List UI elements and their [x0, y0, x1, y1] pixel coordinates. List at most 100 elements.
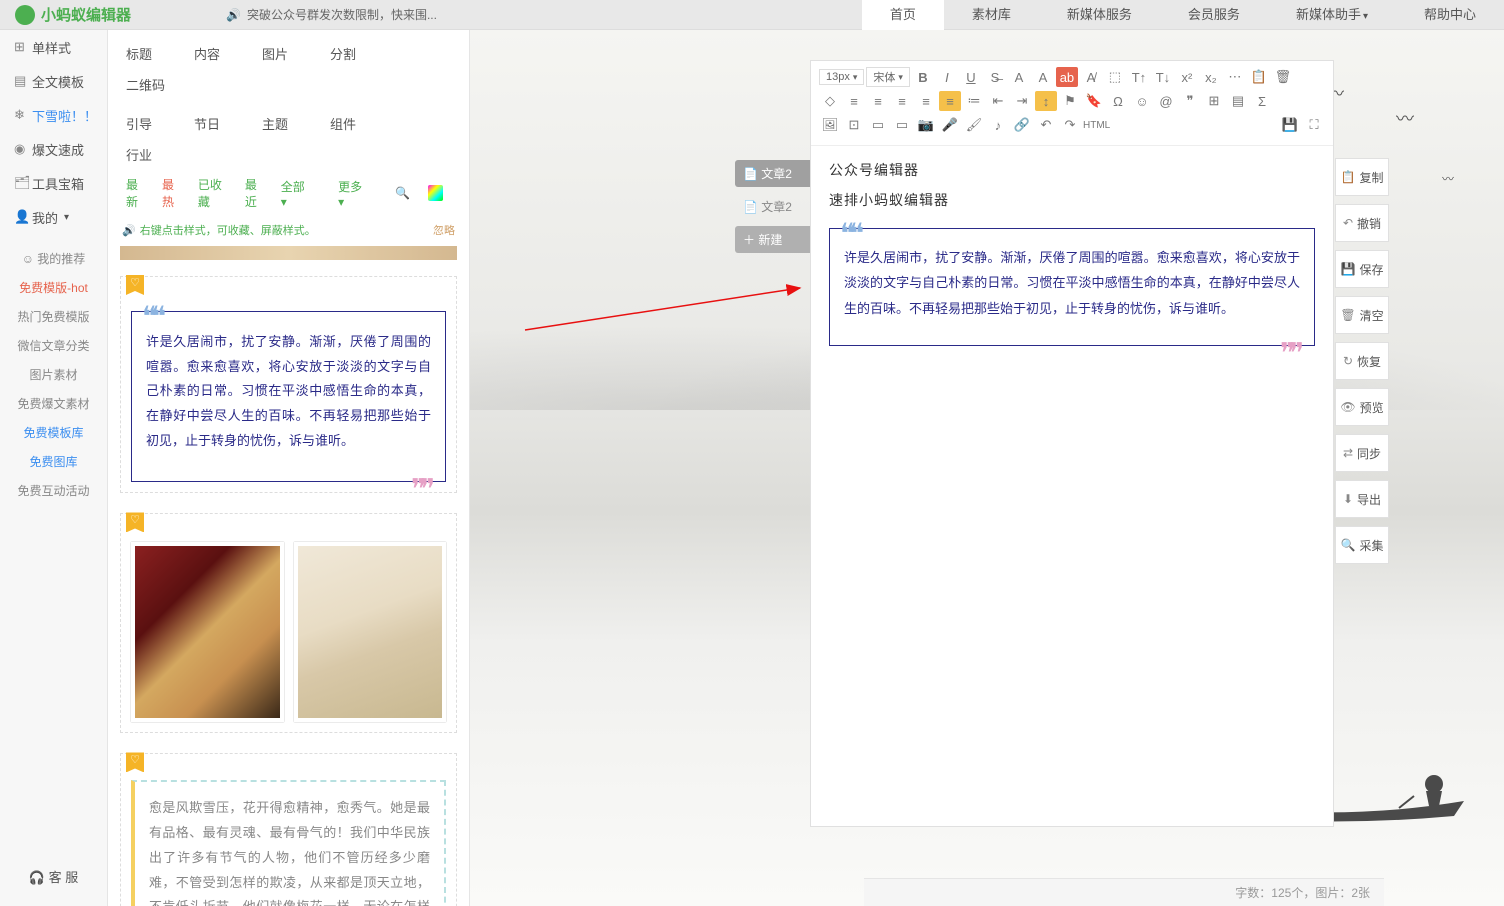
sidebar-mine[interactable]: 👤我的▾ — [0, 200, 107, 234]
mic-button[interactable]: 🎤 — [939, 115, 961, 135]
style-card-dashed[interactable]: ♡ 愈是风欺雪压，花开得愈精神，愈秀气。她是最有品格、最有灵魂、最有骨气的！我们… — [120, 753, 457, 906]
trash-button[interactable]: 🗑 — [1272, 67, 1294, 87]
textbox-button[interactable]: ⬚ — [1104, 67, 1126, 87]
filter-more[interactable]: 更多 ▾ — [338, 178, 381, 209]
sidebar-snow[interactable]: ❄下雪啦！！ — [0, 98, 107, 132]
gallery-button[interactable]: ⊡ — [843, 115, 865, 135]
tab-component[interactable]: 组件 — [330, 108, 386, 139]
rail-copy[interactable]: 📋复制 — [1335, 158, 1389, 196]
rail-clear[interactable]: 🗑清空 — [1335, 296, 1389, 334]
sub-free-template[interactable]: 免费模板库 — [0, 418, 107, 447]
camera-button[interactable]: 📷 — [915, 115, 937, 135]
indent-right[interactable]: ⇥ — [1011, 91, 1033, 111]
topnav-media[interactable]: 新媒体服务 — [1039, 0, 1160, 30]
video-button[interactable]: ▭ — [867, 115, 889, 135]
editor-body[interactable]: 公众号编辑器 速排小蚂蚁编辑器 ❝❝ 许是久居闹市，扰了安静。渐渐，厌倦了周围的… — [811, 146, 1333, 826]
at-button[interactable]: @ — [1155, 91, 1177, 111]
bold-button[interactable]: B — [912, 67, 934, 87]
link-button[interactable]: 🔗 — [1011, 115, 1033, 135]
sub-free-hot[interactable]: 免费模版-hot — [0, 273, 107, 302]
search-icon[interactable]: 🔍 — [395, 186, 410, 200]
tab-image[interactable]: 图片 — [262, 38, 318, 69]
editor-quote-text[interactable]: 许是久居闹市，扰了安静。渐渐，厌倦了周围的喧嚣。愈来愈喜欢，将心安放于淡淡的文字… — [844, 245, 1300, 321]
color-picker[interactable] — [428, 185, 443, 201]
redo-button[interactable]: ↷ — [1059, 115, 1081, 135]
music-button[interactable]: ♪ — [987, 115, 1009, 135]
brush-button[interactable]: 🖌 — [963, 115, 985, 135]
tab-title[interactable]: 标题 — [126, 38, 182, 69]
rail-sync[interactable]: ⇄同步 — [1335, 434, 1389, 472]
bgcolor-button[interactable]: A — [1032, 67, 1054, 87]
sub-img-material[interactable]: 图片素材 — [0, 360, 107, 389]
sub-button[interactable]: x₂ — [1200, 67, 1222, 87]
fontfamily-select[interactable]: 宋体▾ — [866, 67, 910, 87]
omega-button[interactable]: Ω — [1107, 91, 1129, 111]
filter-fav[interactable]: 已收藏 — [198, 176, 231, 210]
editor-line-2[interactable]: 速排小蚂蚁编辑器 — [829, 190, 1315, 210]
doc-tab-2[interactable]: 📄 文章2 — [735, 193, 810, 220]
style-cards[interactable]: ♡ ❝❝ 许是久居闹市，扰了安静。渐渐，厌倦了周围的喧嚣。愈来愈喜欢，将心安放于… — [108, 246, 469, 906]
filter-all[interactable]: 全部 ▾ — [281, 178, 324, 209]
fontsize-select[interactable]: 13px▾ — [819, 69, 864, 85]
doc-tab-new[interactable]: ＋ 新建 — [735, 226, 810, 253]
rail-restore[interactable]: ↻恢复 — [1335, 342, 1389, 380]
tab-content[interactable]: 内容 — [194, 38, 250, 69]
table-button[interactable]: ⊞ — [1203, 91, 1225, 111]
quote-button[interactable]: ❞ — [1179, 91, 1201, 111]
save-button[interactable]: 💾 — [1279, 115, 1301, 135]
form-button[interactable]: ▤ — [1227, 91, 1249, 111]
fontsize-down[interactable]: T↓ — [1152, 67, 1174, 87]
copy-button[interactable]: 📋 — [1248, 67, 1270, 87]
sub-popular-free[interactable]: 热门免费模版 — [0, 302, 107, 331]
indent-left[interactable]: ⇤ — [987, 91, 1009, 111]
notice-bar[interactable]: 🔊 突破公众号群发次数限制，快来围... — [226, 6, 437, 23]
editor-line-1[interactable]: 公众号编辑器 — [829, 160, 1315, 180]
more-button[interactable]: ⋯ — [1224, 67, 1246, 87]
sup-button[interactable]: x² — [1176, 67, 1198, 87]
style-card-gradient[interactable] — [120, 246, 457, 260]
highlight-button[interactable]: ab — [1056, 67, 1078, 87]
tab-industry[interactable]: 行业 — [126, 139, 182, 170]
expand-button[interactable]: ⛶ — [1303, 115, 1325, 135]
bookmark-button[interactable]: 🔖 — [1083, 91, 1105, 111]
topnav-home[interactable]: 首页 — [862, 0, 944, 30]
topnav-help[interactable]: 帮助中心 — [1396, 0, 1504, 30]
tab-guide[interactable]: 引导 — [126, 108, 182, 139]
sigma-button[interactable]: Σ — [1251, 91, 1273, 111]
rail-undo[interactable]: ↶撤销 — [1335, 204, 1389, 242]
emoji-button[interactable]: ☺ — [1131, 91, 1153, 111]
fontcolor-button[interactable]: A — [1008, 67, 1030, 87]
flag-button[interactable]: ⚑ — [1059, 91, 1081, 111]
eraser-button[interactable]: ◇ — [819, 91, 841, 111]
strike-button[interactable]: S̶ — [984, 67, 1006, 87]
clear-button[interactable]: A̸ — [1080, 67, 1102, 87]
sidebar-hot-article[interactable]: ◉爆文速成 — [0, 132, 107, 166]
fontsize-up[interactable]: T↑ — [1128, 67, 1150, 87]
style-card-quote[interactable]: ♡ ❝❝ 许是久居闹市，扰了安静。渐渐，厌倦了周围的喧嚣。愈来愈喜欢，将心安放于… — [120, 276, 457, 493]
sub-wechat-cat[interactable]: 微信文章分类 — [0, 331, 107, 360]
rail-export[interactable]: ⬇导出 — [1335, 480, 1389, 518]
align-right[interactable]: ≡ — [891, 91, 913, 111]
topnav-member[interactable]: 会员服务 — [1160, 0, 1268, 30]
underline-button[interactable]: U — [960, 67, 982, 87]
italic-button[interactable]: I — [936, 67, 958, 87]
card-button[interactable]: ▭ — [891, 115, 913, 135]
tab-festival[interactable]: 节日 — [194, 108, 250, 139]
tab-qrcode[interactable]: 二维码 — [126, 69, 182, 100]
tab-divider[interactable]: 分割 — [330, 38, 386, 69]
sidebar-toolbox[interactable]: 🗂工具宝箱 — [0, 166, 107, 200]
editor-quote-block[interactable]: ❝❝ 许是久居闹市，扰了安静。渐渐，厌倦了周围的喧嚣。愈来愈喜欢，将心安放于淡淡… — [829, 228, 1315, 346]
topnav-assistant[interactable]: 新媒体助手▾ — [1268, 0, 1396, 30]
align-center[interactable]: ≡ — [867, 91, 889, 111]
sub-free-article[interactable]: 免费爆文素材 — [0, 389, 107, 418]
sidebar-full-template[interactable]: ▤全文模板 — [0, 64, 107, 98]
align-left[interactable]: ≡ — [843, 91, 865, 111]
sub-recommend[interactable]: ☺ 我的推荐 — [0, 244, 107, 273]
filter-hot[interactable]: 最热 — [162, 176, 184, 210]
undo-button[interactable]: ↶ — [1035, 115, 1057, 135]
list-ul[interactable]: ≔ — [963, 91, 985, 111]
sidebar-single-style[interactable]: ⊞单样式 — [0, 30, 107, 64]
image-button[interactable]: 🖼 — [819, 115, 841, 135]
customer-service[interactable]: 🎧 客 服 — [0, 857, 107, 896]
sub-free-gallery[interactable]: 免费图库 — [0, 447, 107, 476]
